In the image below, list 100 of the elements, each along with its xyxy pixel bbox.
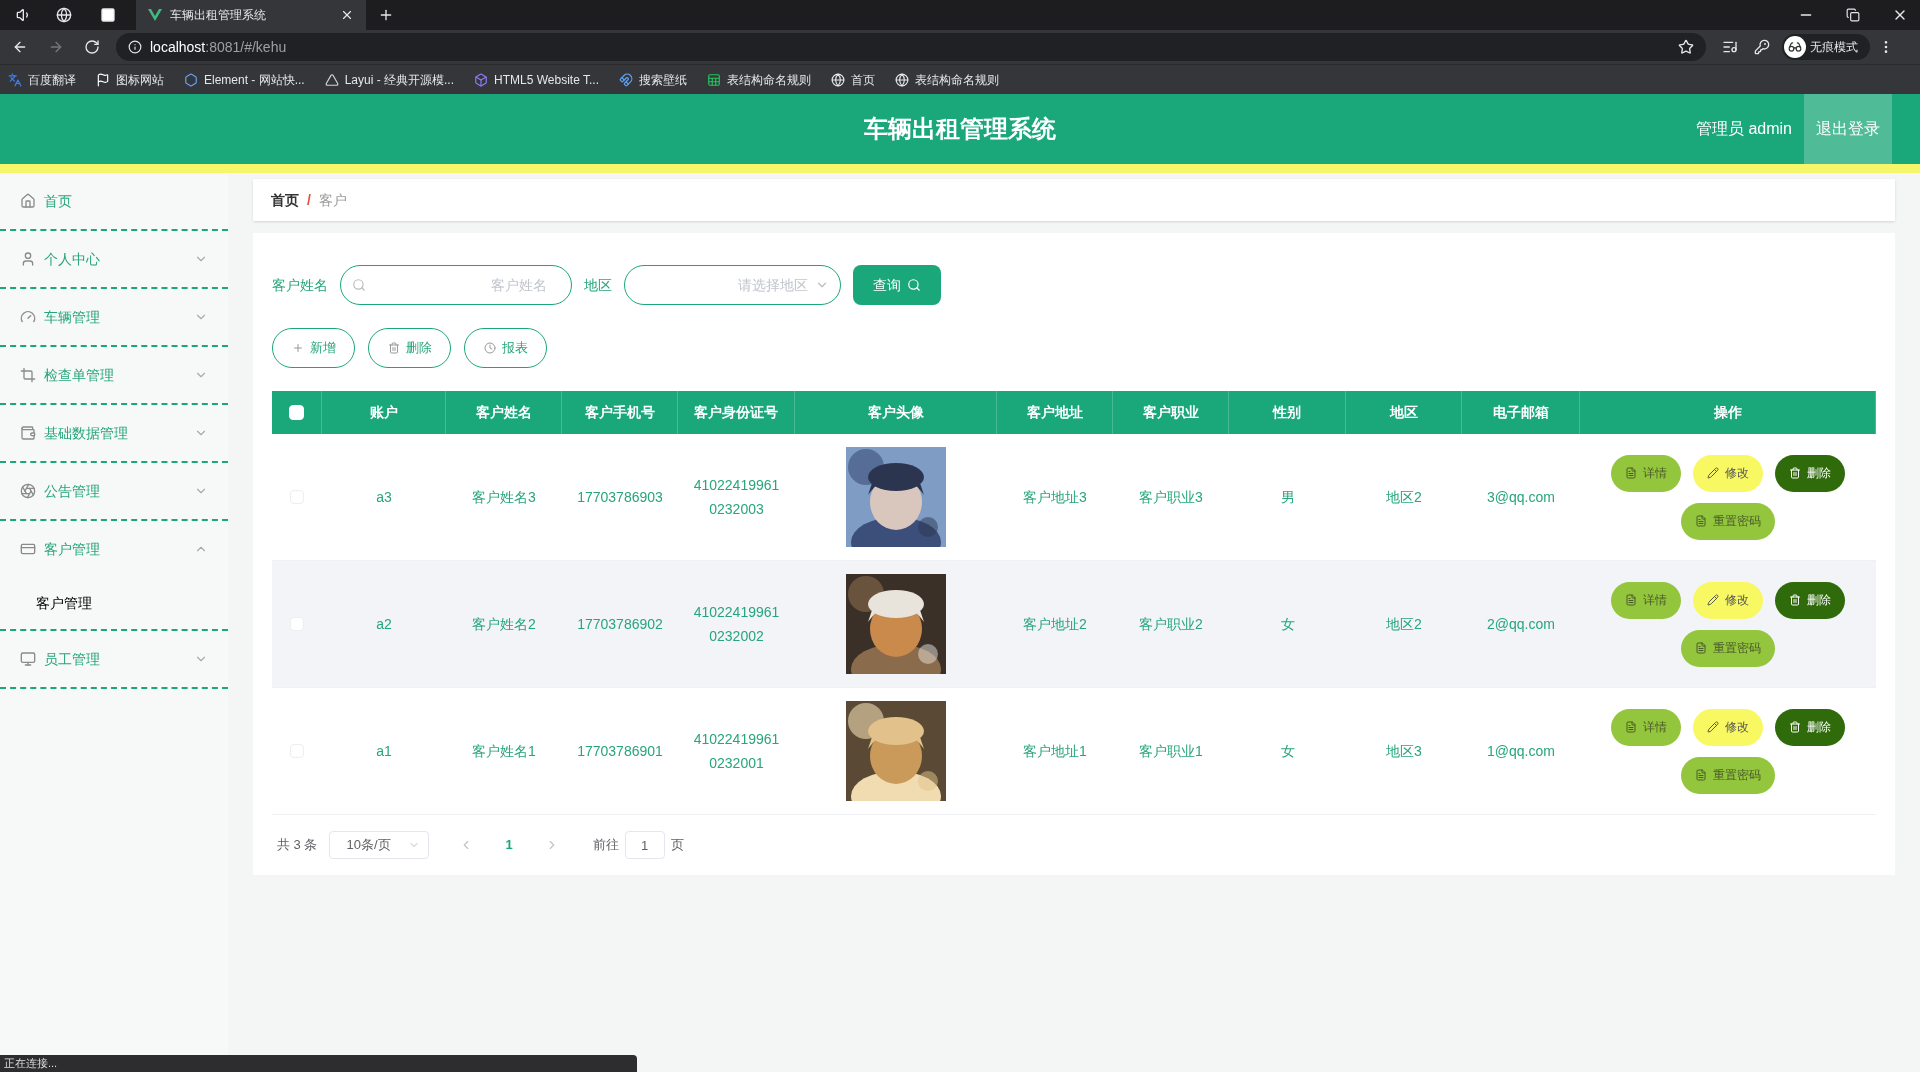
page-size-select[interactable]: 10条/页 [329,831,430,859]
table-cell-text: 17703786902 [577,614,663,634]
bookmark-link[interactable]: 图标网站 [96,70,164,89]
table-cell-text: 410224199610232002 [692,603,781,646]
table-cell-text: 客户姓名2 [472,614,536,634]
bookmark-link[interactable]: HTML5 Website T... [474,70,599,89]
bookmark-link[interactable]: 首页 [831,70,875,89]
bookmark-link[interactable]: 表结构命名规则 [707,70,811,89]
detail-button[interactable]: 详情 [1611,581,1681,619]
detail-button[interactable]: 详情 [1611,708,1681,746]
new-tab-icon[interactable] [378,7,394,23]
cube-icon [474,72,489,87]
goto-suffix: 页 [670,836,684,855]
close-icon[interactable] [340,8,354,22]
table-cell-text: 客户姓名3 [472,487,536,507]
edit-button[interactable]: 修改 [1693,581,1763,619]
delete-button[interactable]: 删除 [1775,581,1845,619]
monitor-icon [20,651,36,667]
restore-icon[interactable] [1846,8,1860,22]
table-cell-text: 男 [1280,487,1295,507]
incognito-icon [1784,36,1806,58]
document-icon [1695,642,1707,654]
search-icon [907,278,921,292]
total-count: 共 3 条 [277,836,318,855]
crop-icon [20,367,36,383]
detail-button[interactable]: 详情 [1611,454,1681,492]
key-icon[interactable] [1754,39,1770,55]
tab-title: 车辆出租管理系统 [170,7,267,24]
status-bar: 正在连接... [0,1055,637,1072]
table-cell-text: 地区2 [1386,614,1422,634]
table-cell-text: 女 [1280,741,1295,761]
reset-password-button[interactable]: 重置密码 [1681,629,1775,667]
page-input-field[interactable]: 1 [624,831,665,859]
table-cell-text: 410224199610232001 [692,730,781,773]
bookmark-link[interactable]: 百度翻译 [8,70,76,89]
sidebar-item[interactable]: 公告管理 [0,463,228,519]
delete-button[interactable]: 删除 [1775,708,1845,746]
trash-icon [1789,467,1801,479]
table-cell-text: 17703786903 [577,487,663,507]
hexagon-icon [184,72,198,87]
user-icon [20,251,36,267]
table-cell-text: a3 [376,487,392,507]
trash-icon [1789,594,1801,606]
pencil-icon [1707,594,1719,606]
back-icon[interactable] [12,39,28,55]
submenu-item[interactable]: 客户管理 [0,577,228,629]
user-name: 管理员 admin [1695,119,1792,139]
reset-password-button[interactable]: 重置密码 [1681,756,1775,794]
reset-password-button[interactable]: 重置密码 [1681,502,1775,540]
search-icon [352,278,366,292]
flag-icon [96,72,110,87]
media-icon[interactable] [1722,39,1738,55]
table-cell-text: 1@qq.com [1487,741,1555,761]
table-cell-text: 410224199610232003 [692,476,781,519]
sidebar-item[interactable]: 车辆管理 [0,289,228,345]
card-icon [20,541,36,557]
plus-icon [291,342,304,354]
triangle-icon [324,72,339,87]
name-input-field[interactable]: 客户姓名 [340,265,572,305]
table-cell-text: 3@qq.com [1487,487,1555,507]
globe-icon [895,72,909,87]
table-cell-text: 2@qq.com [1487,614,1555,634]
profile-button[interactable]: 无痕模式 [1782,34,1870,60]
breadcrumb-link[interactable]: 首页 [271,189,299,211]
document-icon [1625,721,1637,733]
address-bar[interactable]: localhost:8081/#/kehu [116,33,1706,61]
gauge-icon [20,309,36,325]
table-cell-text: 客户职业1 [1139,741,1203,761]
table-cell-text: 客户地址3 [1023,487,1087,507]
delete-button[interactable]: 删除 [1775,454,1845,492]
sheet-icon [707,72,721,87]
document-icon [1625,594,1637,606]
pencil-icon [1707,467,1719,479]
table-cell-text: 地区3 [1386,741,1422,761]
globe-icon[interactable] [56,7,72,23]
forward-icon[interactable] [48,39,64,55]
browser-tab[interactable]: 车辆出租管理系统 [136,0,366,30]
aperture-icon [20,483,36,499]
window-icon[interactable] [100,7,116,23]
bookmark-link[interactable]: Layui - 经典开源模... [324,70,455,89]
document-icon [1695,769,1707,781]
bookmark-link[interactable]: 表结构命名规则 [895,70,999,89]
bookmark-link[interactable]: 搜索壁纸 [619,70,687,89]
edit-button[interactable]: 修改 [1693,708,1763,746]
reload-icon[interactable] [84,39,100,55]
pencil-icon [1707,721,1719,733]
table-cell-text: 17703786901 [577,741,663,761]
star-icon[interactable] [1678,39,1694,55]
edit-button[interactable]: 修改 [1693,454,1763,492]
table-cell-text: 客户职业2 [1139,614,1203,634]
table-cell-text: a2 [376,614,392,634]
select-all-checkbox[interactable] [289,405,304,420]
magnet-icon [619,72,633,87]
bookmark-link[interactable]: Element - 网站快... [184,70,305,89]
goto-label: 前往 [592,836,619,855]
breadcrumb-separator: / [307,190,311,210]
document-icon [1625,467,1637,479]
table-cell-text: a1 [376,741,392,761]
region-select[interactable]: 请选择地区 [624,265,841,305]
document-icon [1695,515,1707,527]
